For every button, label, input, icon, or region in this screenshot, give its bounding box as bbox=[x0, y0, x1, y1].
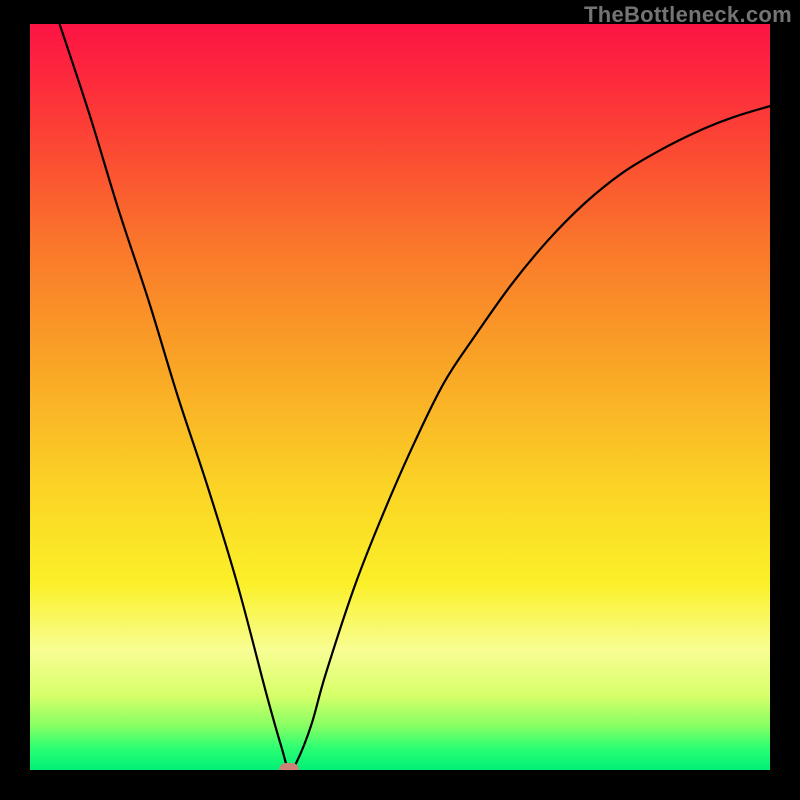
plot-area bbox=[30, 24, 770, 770]
watermark-text: TheBottleneck.com bbox=[584, 2, 792, 28]
chart-frame: TheBottleneck.com bbox=[0, 0, 800, 800]
bottleneck-curve bbox=[30, 24, 770, 770]
optimal-point-marker bbox=[279, 763, 299, 770]
